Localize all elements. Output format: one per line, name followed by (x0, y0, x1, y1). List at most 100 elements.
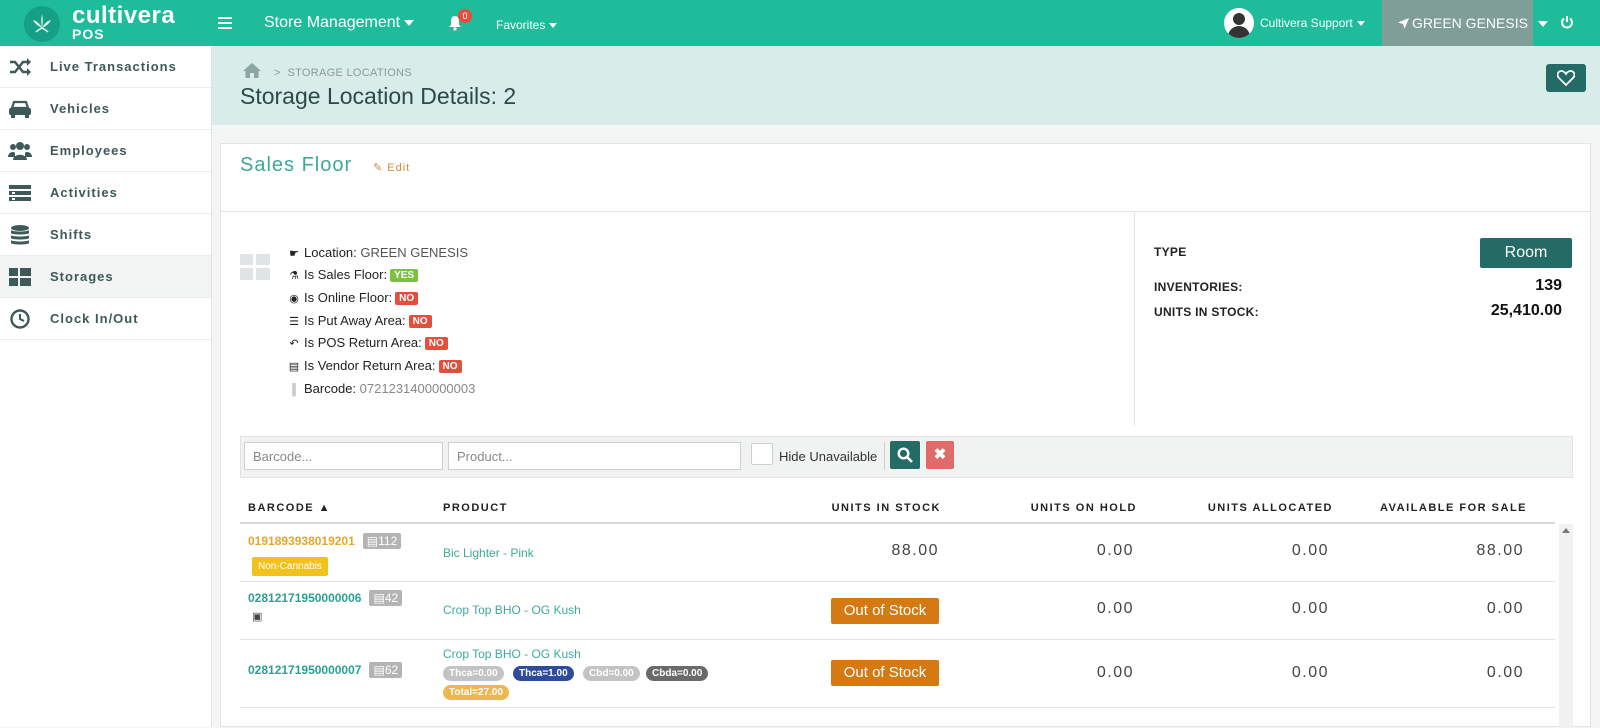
user-avatar (1224, 8, 1254, 38)
favorite-button[interactable] (1546, 64, 1586, 92)
no-badge: NO (438, 360, 462, 373)
menu-toggle-icon[interactable] (218, 14, 232, 32)
sidebar-item-storages[interactable]: Storages (0, 256, 211, 298)
hide-unavailable-checkbox[interactable] (751, 443, 773, 465)
breadcrumb-storage-locations[interactable]: STORAGE LOCATIONS (287, 67, 412, 79)
column-header-barcode[interactable]: BARCODE ▲ (248, 502, 331, 514)
brand-logo[interactable]: cultivera POS (24, 3, 184, 42)
edit-link[interactable]: ✎ Edit (373, 161, 410, 174)
barcode-link[interactable]: 02812171950000007 ▤62 (248, 662, 403, 678)
product-link[interactable]: Crop Top BHO - OG Kush (443, 647, 581, 661)
grid-icon (9, 268, 31, 286)
divider (240, 581, 1555, 582)
cannabinoid-badge: Cbd=0.00 (583, 666, 640, 681)
favorites-menu[interactable]: Favorites (496, 18, 558, 32)
units-on-hold-cell: 0.00 (1096, 600, 1134, 617)
column-header-units-in-stock[interactable]: UNITS IN STOCK (817, 502, 941, 514)
available-cell: 0.00 (1486, 600, 1524, 617)
units-allocated-cell: 0.00 (1291, 542, 1329, 559)
store-selector[interactable]: GREEN GENESIS (1382, 0, 1548, 46)
units-in-stock-value: 25,410.00 (1490, 302, 1562, 319)
database-icon (11, 225, 29, 245)
available-cell: 88.00 (1476, 542, 1524, 559)
location-name: Sales Floor (240, 154, 353, 176)
divider (221, 211, 1590, 212)
signpost-icon: ☛ (289, 248, 299, 260)
edit-icon: ✎ (373, 162, 384, 174)
inventories-value: 139 (1535, 277, 1562, 294)
sidebar: Live Transactions Vehicles Employees Act… (0, 46, 212, 727)
caret-down-icon (1356, 21, 1365, 27)
storage-location-card: Sales Floor ✎ Edit ☛ Location: GREEN GENE… (220, 143, 1591, 728)
sidebar-label: Live Transactions (50, 59, 177, 74)
user-name: Cultivera Support (1260, 16, 1365, 30)
divider (240, 522, 1555, 524)
filter-bar: Hide Unavailable ✖ (240, 436, 1573, 478)
location-arrow-icon (1398, 18, 1409, 29)
attr-location: ☛ Location: GREEN GENESIS (287, 245, 468, 260)
column-header-units-on-hold[interactable]: UNITS ON HOLD (991, 502, 1137, 514)
power-icon[interactable] (1560, 15, 1574, 34)
units-allocated-cell: 0.00 (1291, 600, 1329, 617)
column-header-available[interactable]: AVAILABLE FOR SALE (1341, 502, 1527, 514)
clock-icon (10, 309, 30, 329)
barcode-link[interactable]: 0191893938019201 ▤112 (248, 533, 402, 549)
attr-online-floor: ◉ Is Online Floor: NO (287, 290, 419, 305)
sidebar-label: Activities (50, 185, 118, 200)
divider (884, 442, 885, 470)
divider (240, 707, 1555, 708)
users-icon (8, 142, 32, 160)
sidebar-item-shifts[interactable]: Shifts (0, 214, 211, 256)
globe-icon: ◉ (289, 293, 299, 305)
basket-icon: ⚗ (289, 270, 299, 282)
column-header-units-allocated[interactable]: UNITS ALLOCATED (1171, 502, 1333, 514)
column-header-product[interactable]: PRODUCT (443, 502, 508, 514)
cannabinoid-badge: Total=27.00 (443, 685, 510, 700)
units-in-stock-cell: 88.00 (891, 542, 939, 559)
yes-badge: YES (390, 269, 419, 282)
sidebar-item-employees[interactable]: Employees (0, 130, 211, 172)
product-search-input[interactable] (448, 442, 741, 470)
list-icon (9, 185, 31, 201)
store-management-menu[interactable]: Store Management (264, 14, 415, 32)
barcode-link[interactable]: 02812171950000006 ▤42 (248, 590, 403, 606)
sidebar-label: Shifts (50, 227, 93, 242)
hide-unavailable-label[interactable]: Hide Unavailable (779, 449, 877, 464)
no-badge: NO (408, 315, 432, 328)
shuffle-icon (10, 58, 31, 76)
units-in-stock-label: UNITS IN STOCK: (1154, 305, 1259, 319)
units-allocated-cell: 0.00 (1291, 664, 1329, 681)
product-link[interactable]: Crop Top BHO - OG Kush (443, 603, 581, 617)
table-scrollbar[interactable] (1559, 524, 1573, 728)
sidebar-item-activities[interactable]: Activities (0, 172, 211, 214)
sidebar-item-clock-in-out[interactable]: Clock In/Out (0, 298, 211, 340)
caret-down-icon (1537, 21, 1548, 28)
top-navbar: cultivera POS Store Management 0 Favorit… (0, 0, 1600, 46)
attr-pos-return: ↶ Is POS Return Area: NO (287, 335, 448, 350)
sidebar-label: Employees (50, 143, 128, 158)
location-value: GREEN GENESIS (360, 245, 469, 260)
barcode-icon: ║ (290, 384, 298, 396)
sidebar-item-vehicles[interactable]: Vehicles (0, 88, 211, 130)
home-icon[interactable] (242, 62, 262, 79)
clear-button[interactable]: ✖ (926, 441, 954, 469)
no-badge: NO (424, 337, 448, 350)
car-icon (9, 100, 31, 118)
type-label: TYPE (1154, 245, 1187, 259)
attr-vendor-return: ▤ Is Vendor Return Area: NO (287, 358, 462, 373)
product-link[interactable]: Bic Lighter - Pink (443, 546, 534, 560)
caret-down-icon (549, 23, 558, 29)
cannabinoid-badge: Thca=0.00 (443, 666, 504, 681)
inventories-label: INVENTORIES: (1154, 280, 1243, 294)
sidebar-item-live-transactions[interactable]: Live Transactions (0, 46, 211, 88)
cannabis-leaf-icon (24, 6, 60, 42)
scroll-up-arrow-icon[interactable] (1562, 528, 1570, 533)
search-button[interactable] (890, 441, 920, 469)
divider (1134, 212, 1135, 426)
breadcrumb[interactable]: > STORAGE LOCATIONS (274, 67, 412, 79)
barcode-search-input[interactable] (244, 442, 443, 470)
notification-count-badge: 0 (458, 9, 472, 23)
favorites-label: Favorites (496, 18, 546, 32)
id-card-icon: ▤ (288, 361, 300, 373)
type-badge: Room (1480, 238, 1572, 268)
